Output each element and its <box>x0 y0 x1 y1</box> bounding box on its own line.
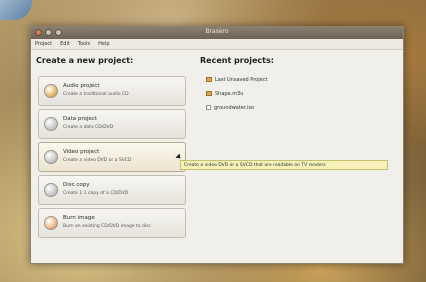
menu-edit[interactable]: Edit <box>60 41 70 47</box>
create-project-heading: Create a new project: <box>36 56 134 65</box>
project-description: Create a traditional audio CD <box>63 92 129 97</box>
title-bar: Brasero <box>31 27 403 39</box>
audio-disc-icon <box>44 84 58 98</box>
burn-image-icon <box>44 216 58 230</box>
recent-item-label: Last Unsaved Project <box>215 77 268 83</box>
project-title: Audio project <box>63 83 100 89</box>
project-description: Create a data CD/DVD <box>63 125 114 130</box>
disc-copy-button[interactable]: Disc copy Create 1:1 copy of a CD/DVD <box>38 175 186 205</box>
folder-icon <box>206 91 212 96</box>
data-disc-icon <box>44 117 58 131</box>
recent-item[interactable]: Shape.m3u <box>206 91 243 97</box>
tooltip: Create a video DVD or a SVCD that are re… <box>180 160 388 170</box>
project-title: Video project <box>63 149 100 155</box>
recent-item[interactable]: Last Unsaved Project <box>206 77 267 83</box>
recent-item-label: groundwater.iso <box>214 105 255 111</box>
recent-projects-heading: Recent projects: <box>200 56 274 65</box>
recent-item-label: Shape.m3u <box>215 91 244 97</box>
burn-image-button[interactable]: Burn image Burn an existing CD/DVD image… <box>38 208 186 238</box>
project-title: Burn image <box>63 215 95 221</box>
window-title: Brasero <box>205 28 229 35</box>
document-icon <box>206 105 211 110</box>
data-project-button[interactable]: Data project Create a data CD/DVD <box>38 109 186 139</box>
video-disc-icon <box>44 150 58 164</box>
project-description: Create 1:1 copy of a CD/DVD <box>63 191 129 196</box>
project-title: Disc copy <box>63 182 90 188</box>
recent-item[interactable]: groundwater.iso <box>206 105 254 111</box>
copy-disc-icon <box>44 183 58 197</box>
menu-bar: Project Edit Tools Help <box>31 39 403 50</box>
project-description: Create a video DVD or a SVCD <box>63 158 132 163</box>
menu-tools[interactable]: Tools <box>78 41 90 47</box>
project-title: Data project <box>63 116 97 122</box>
menu-project[interactable]: Project <box>35 41 52 47</box>
audio-project-button[interactable]: Audio project Create a traditional audio… <box>38 76 186 106</box>
folder-icon <box>206 77 212 82</box>
menu-help[interactable]: Help <box>98 41 109 47</box>
video-project-button[interactable]: Video project Create a video DVD or a SV… <box>38 142 186 172</box>
project-description: Burn an existing CD/DVD image to disc <box>63 224 151 229</box>
